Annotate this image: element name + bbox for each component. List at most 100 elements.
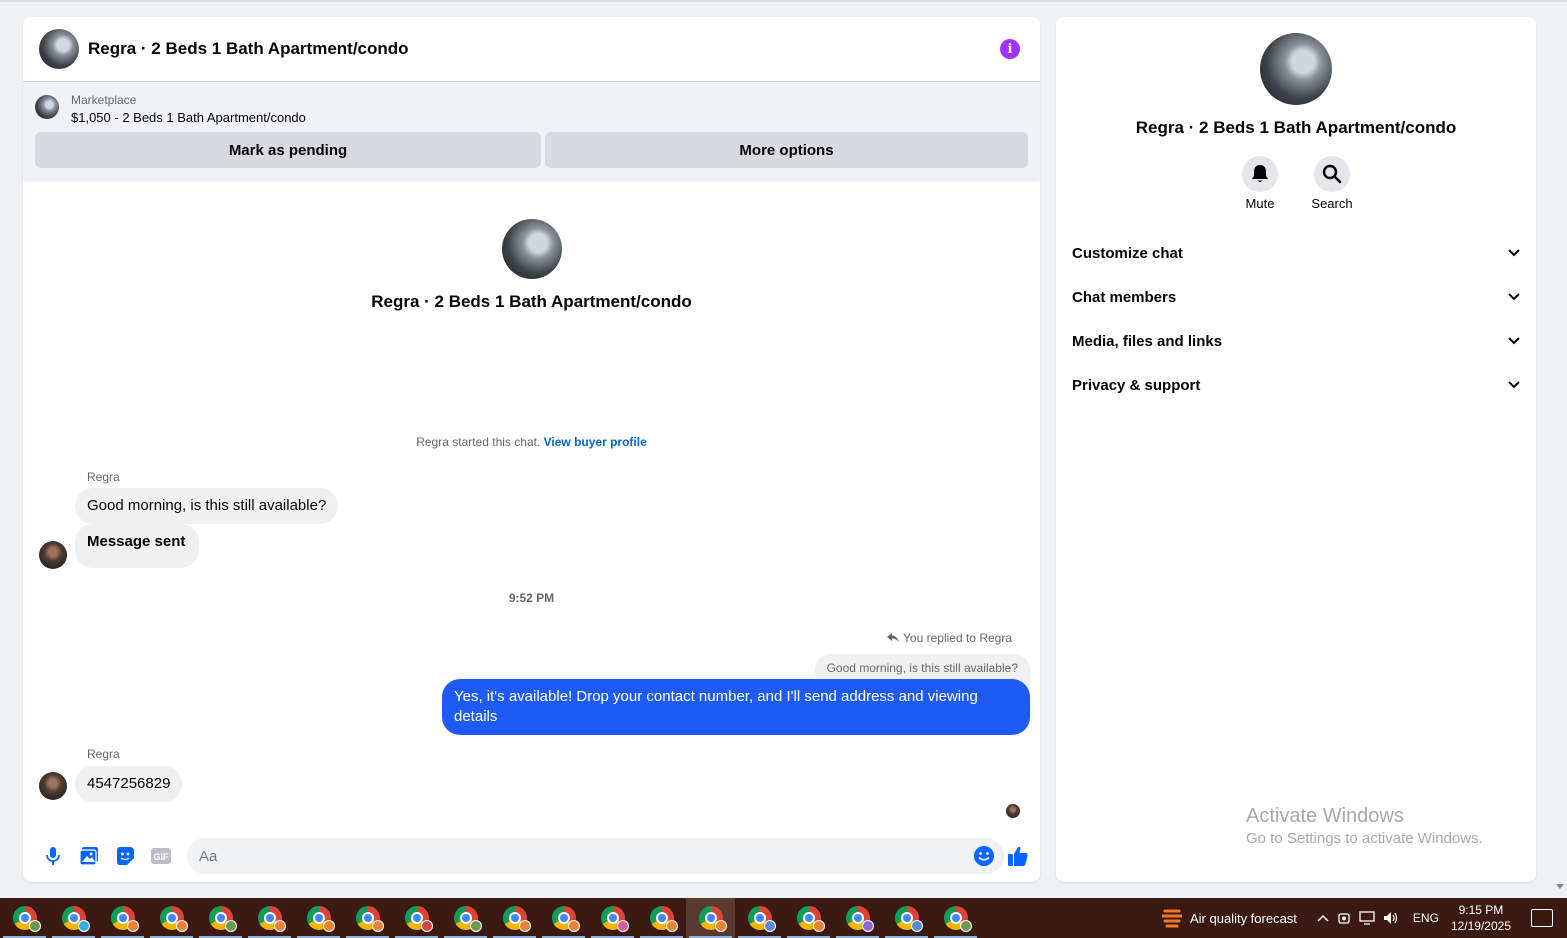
- chrome-taskbar-button[interactable]: [343, 898, 392, 938]
- chrome-taskbar-button[interactable]: [441, 898, 490, 938]
- scroll-down-arrow[interactable]: [1556, 884, 1564, 889]
- chrome-taskbar-button[interactable]: [833, 898, 882, 938]
- profile-badge-icon: [568, 920, 580, 932]
- incoming-message[interactable]: 4547256829: [75, 766, 183, 802]
- chrome-taskbar-button[interactable]: [637, 898, 686, 938]
- photo-icon[interactable]: [71, 838, 107, 874]
- system-tray: Air quality forecast ENG 9:15 PM 12/19/2…: [1161, 898, 1567, 938]
- chat-title[interactable]: Regra · 2 Beds 1 Bath Apartment/condo: [88, 39, 409, 59]
- chrome-taskbar-button[interactable]: [196, 898, 245, 938]
- profile-badge-icon: [519, 920, 531, 932]
- message-timestamp: 9:52 PM: [508, 591, 555, 605]
- incoming-message[interactable]: Good morning, is this still available?: [75, 488, 339, 524]
- sender-avatar[interactable]: [39, 772, 67, 800]
- mute-action[interactable]: Mute: [1242, 156, 1278, 211]
- profile-badge-icon: [274, 920, 286, 932]
- chevron-down-icon: [1508, 293, 1520, 301]
- details-avatar[interactable]: [1260, 33, 1332, 105]
- windows-taskbar: Air quality forecast ENG 9:15 PM 12/19/2…: [0, 898, 1567, 938]
- profile-badge-icon: [715, 920, 727, 932]
- message-composer: GIF: [23, 830, 1040, 882]
- chrome-taskbar-button[interactable]: [392, 898, 441, 938]
- profile-badge-icon: [862, 920, 874, 932]
- incoming-message[interactable]: Message sent: [75, 524, 200, 568]
- language-indicator[interactable]: ENG: [1413, 911, 1439, 925]
- search-action[interactable]: Search: [1311, 156, 1353, 211]
- profile-badge-icon: [372, 920, 384, 932]
- message-sender: Regra: [87, 747, 120, 761]
- chrome-taskbar-button[interactable]: [0, 898, 49, 938]
- chrome-taskbar-button[interactable]: [294, 898, 343, 938]
- chrome-taskbar-button[interactable]: [588, 898, 637, 938]
- window-top-border: [0, 0, 1567, 2]
- profile-badge-icon: [323, 920, 335, 932]
- message-input[interactable]: [187, 838, 1004, 874]
- listing-kicker: Marketplace: [71, 93, 137, 107]
- listing-thumbnail[interactable]: [35, 95, 59, 119]
- network-icon[interactable]: [1359, 911, 1375, 925]
- emoji-icon[interactable]: [966, 838, 1002, 874]
- profile-badge-icon: [813, 920, 825, 932]
- chrome-taskbar-button[interactable]: [98, 898, 147, 938]
- profile-badge-icon: [617, 920, 629, 932]
- sender-avatar[interactable]: [39, 541, 67, 569]
- profile-badge-icon: [666, 920, 678, 932]
- sticker-icon[interactable]: [107, 838, 143, 874]
- chrome-taskbar-button[interactable]: [147, 898, 196, 938]
- replied-label: You replied to Regra: [903, 631, 1012, 645]
- section-label: Media, files and links: [1072, 332, 1223, 350]
- chrome-taskbar-button[interactable]: [931, 898, 980, 938]
- clock-time: 9:15 PM: [1458, 903, 1504, 917]
- section-media-files-links[interactable]: Media, files and links: [1064, 319, 1528, 363]
- conversation-intro: Regra · 2 Beds 1 Bath Apartment/condo: [23, 219, 1040, 312]
- chrome-taskbar-button[interactable]: [539, 898, 588, 938]
- volume-icon[interactable]: [1383, 911, 1399, 925]
- more-options-button[interactable]: More options: [545, 132, 1028, 168]
- profile-badge-icon: [225, 920, 237, 932]
- gif-icon[interactable]: GIF: [143, 838, 179, 874]
- section-privacy-support[interactable]: Privacy & support: [1064, 363, 1528, 407]
- section-customize-chat[interactable]: Customize chat: [1064, 231, 1528, 275]
- chat-avatar[interactable]: [39, 29, 79, 69]
- activate-windows-watermark: Activate Windows Go to Settings to activ…: [1246, 805, 1483, 847]
- clock[interactable]: 9:15 PM 12/19/2025: [1451, 902, 1511, 934]
- chevron-up-icon[interactable]: [1317, 914, 1329, 922]
- chrome-taskbar-button[interactable]: [735, 898, 784, 938]
- mark-as-pending-button[interactable]: Mark as pending: [35, 132, 541, 168]
- profile-badge-icon: [960, 920, 972, 932]
- bell-icon[interactable]: [1242, 156, 1278, 192]
- watermark-title: Activate Windows: [1246, 805, 1404, 827]
- chrome-taskbar-button[interactable]: [784, 898, 833, 938]
- outgoing-message[interactable]: Yes, it's available! Drop your contact n…: [442, 679, 1030, 735]
- taskbar-apps: [0, 898, 980, 938]
- chrome-taskbar-button[interactable]: [49, 898, 98, 938]
- chrome-taskbar-button[interactable]: [245, 898, 294, 938]
- chrome-taskbar-button[interactable]: [686, 898, 735, 938]
- chrome-taskbar-button[interactable]: [490, 898, 539, 938]
- chevron-down-icon: [1508, 337, 1520, 345]
- marketplace-listing-bar: Marketplace $1,050 - 2 Beds 1 Bath Apart…: [23, 82, 1040, 179]
- meet-now-icon[interactable]: [1337, 911, 1351, 925]
- intro-avatar[interactable]: [501, 219, 562, 279]
- message-sender: Regra: [87, 470, 120, 484]
- replied-indicator: You replied to Regra: [887, 631, 1012, 645]
- seen-avatar: [1006, 804, 1020, 818]
- section-chat-members[interactable]: Chat members: [1064, 275, 1528, 319]
- profile-badge-icon: [176, 920, 188, 932]
- weather-widget[interactable]: Air quality forecast: [1161, 907, 1297, 929]
- listing-description[interactable]: $1,050 - 2 Beds 1 Bath Apartment/condo: [71, 109, 306, 127]
- info-icon[interactable]: i: [1000, 39, 1020, 59]
- profile-badge-icon: [29, 920, 41, 932]
- profile-badge-icon: [470, 920, 482, 932]
- like-icon[interactable]: [1000, 838, 1036, 874]
- notifications-icon[interactable]: [1531, 909, 1553, 927]
- intro-name: Regra · 2 Beds 1 Bath Apartment/condo: [371, 292, 692, 311]
- profile-badge-icon: [421, 920, 433, 932]
- search-icon[interactable]: [1314, 156, 1350, 192]
- details-sections: Customize chat Chat members Media, files…: [1056, 231, 1536, 407]
- chevron-down-icon: [1508, 249, 1520, 257]
- chrome-taskbar-button[interactable]: [882, 898, 931, 938]
- view-buyer-profile-link[interactable]: View buyer profile: [544, 435, 647, 449]
- chevron-down-icon: [1508, 381, 1520, 389]
- microphone-icon[interactable]: [35, 838, 71, 874]
